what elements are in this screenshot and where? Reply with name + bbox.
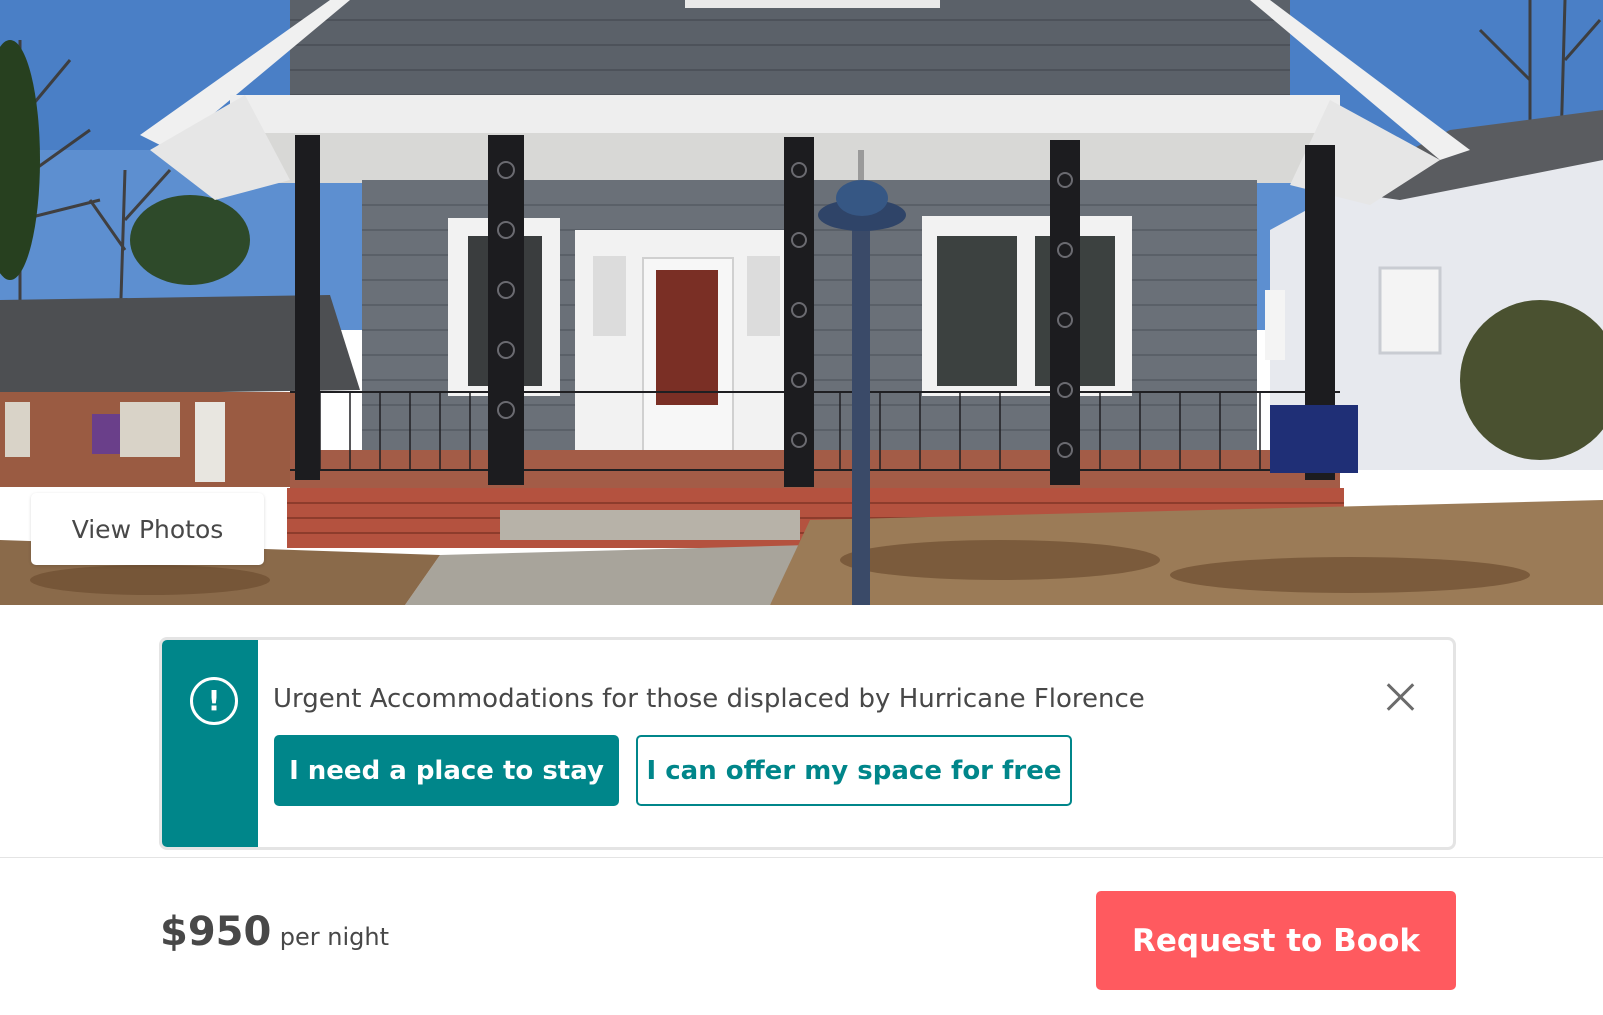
alert-message: Urgent Accommodations for those displace…	[273, 684, 1145, 714]
nightly-price: $950 per night	[160, 909, 389, 955]
request-to-book-button[interactable]: Request to Book	[1096, 891, 1456, 990]
listing-hero-photo[interactable]: View Photos	[0, 0, 1603, 605]
section-divider	[0, 857, 1603, 858]
close-icon[interactable]	[1383, 680, 1417, 714]
price-unit: per night	[279, 923, 390, 951]
alert-accent-strip: !	[162, 640, 258, 847]
exclamation-circle-icon: !	[190, 677, 238, 725]
view-photos-button[interactable]: View Photos	[31, 493, 264, 565]
price-amount: $950	[160, 909, 272, 955]
offer-space-button[interactable]: I can offer my space for free	[636, 735, 1072, 806]
hurricane-alert-banner: ! Urgent Accommodations for those displa…	[159, 637, 1456, 850]
need-place-to-stay-button[interactable]: I need a place to stay	[274, 735, 619, 806]
